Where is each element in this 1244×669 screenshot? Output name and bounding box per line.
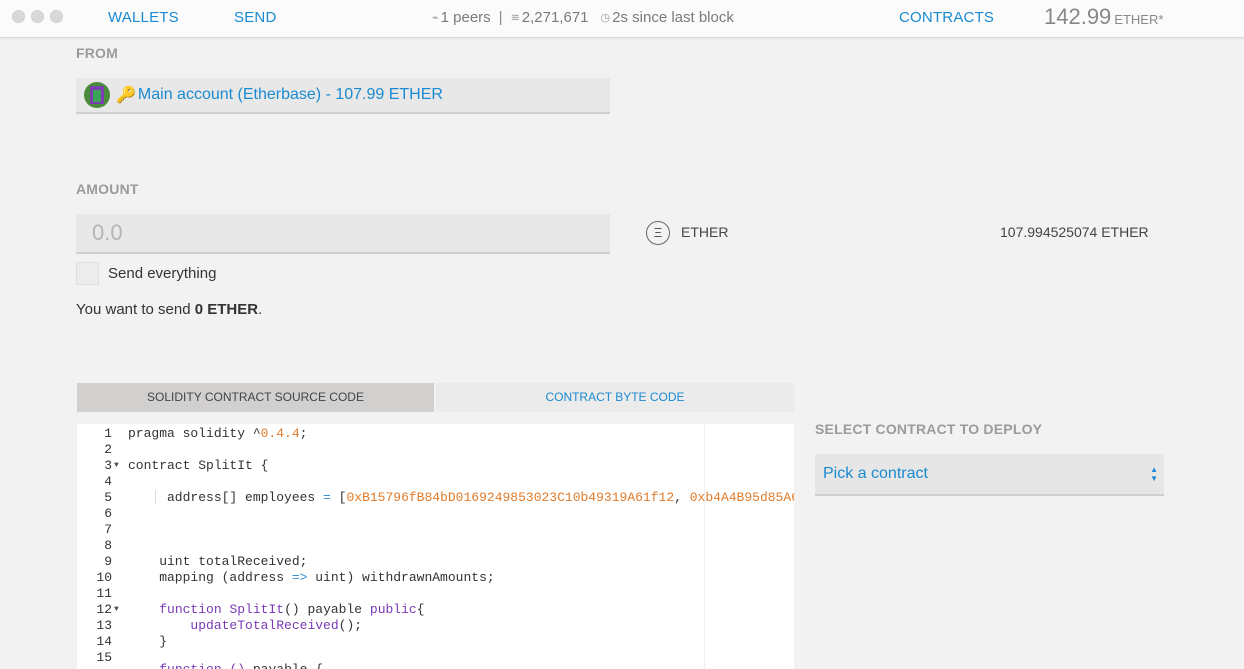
from-account-name: Main account (Etherbase) - 107.99 ETHER [137,86,443,103]
network-status: ⌁ 1 peers | ≋ 2,271,671 ◷ 2s since last … [432,9,734,26]
amount-field-wrapper [76,214,610,254]
tab-source-code[interactable]: SOLIDITY CONTRACT SOURCE CODE [77,383,434,412]
line-number: 6 [104,506,112,521]
line-number: 2 [104,442,112,457]
amount-label: AMOUNT [76,181,139,197]
line-number: 3 [104,458,112,473]
blocks-icon: ≋ [510,12,520,24]
line-number: 13 [96,618,112,633]
fold-toggle-icon[interactable]: ▼ [114,461,119,470]
send-summary: You want to send 0 ETHER. [76,301,262,318]
code-line-5: address[] employees = [0xB15796fB84bD016… [128,490,794,505]
line-number: 1 [104,426,112,441]
line-number: 10 [96,570,112,585]
balance-unit: ETHER* [1114,12,1164,27]
line-number: 14 [96,634,112,649]
code-line-12: function SplitIt() payable public{ [159,602,425,617]
from-account-select[interactable]: 🔑 Main account (Etherbase) - 107.99 ETHE… [76,78,610,114]
code-line-3: contract SplitIt { [128,458,269,473]
ether-icon[interactable]: Ξ [646,221,670,245]
total-balance[interactable]: 142.99 ETHER* [1044,4,1163,30]
fold-toggle-icon[interactable]: ▼ [114,605,119,614]
code-line-9: uint totalReceived; [128,554,308,569]
peers-icon: ⌁ [432,12,439,24]
top-bar: WALLETS SEND ⌁ 1 peers | ≋ 2,271,671 ◷ 2… [0,0,1244,38]
last-block-time: 2s since last block [612,9,734,26]
select-arrows-icon: ▲ ▼ [1150,465,1158,483]
line-number: 5 [104,490,112,505]
line-number: 11 [96,586,112,601]
clock-icon: ◷ [600,12,611,24]
code-line-10: mapping (address => uint) withdrawnAmoun… [128,570,495,585]
code-line-16: function () payable { [128,662,323,669]
line-number: 4 [104,474,112,489]
line-number: 8 [104,538,112,553]
available-balance: 107.994525074 ETHER [1000,224,1149,240]
nav-contracts[interactable]: CONTRACTS [899,9,994,26]
print-margin [704,424,705,669]
window-minimize-button[interactable] [31,10,44,23]
block-number: 2,271,671 [521,9,589,26]
summary-amount: 0 ETHER [194,301,259,318]
from-label: FROM [76,45,119,61]
peers-count: 1 peers [440,9,491,26]
code-line-1: pragma solidity ^0.4.4; [128,426,308,441]
contract-select[interactable]: Pick a contract ▲ ▼ [815,454,1164,496]
summary-suffix: . [258,301,263,318]
send-everything-checkbox[interactable] [76,262,99,285]
account-identicon [84,82,110,108]
balance-value: 142.99 [1044,4,1112,29]
code-line-14: } [128,634,168,649]
send-everything-label[interactable]: Send everything [108,265,216,282]
window-zoom-button[interactable] [50,10,63,23]
contract-select-value: Pick a contract [823,465,928,482]
currency-select[interactable]: ETHER [681,224,728,240]
line-number: 7 [104,522,112,537]
code-editor[interactable]: 1 2 3 4 5 6 7 8 9 10 11 12 13 14 15 ▼ ▼ … [77,424,794,669]
line-number: 12 [96,602,112,617]
key-icon: 🔑 [116,87,136,104]
status-separator: | [498,9,503,26]
deploy-label: SELECT CONTRACT TO DEPLOY [815,421,1043,437]
nav-wallets[interactable]: WALLETS [108,9,179,26]
summary-prefix: You want to send [76,301,195,318]
line-number: 9 [104,554,112,569]
code-line-13: updateTotalReceived(); [190,618,363,633]
amount-input[interactable] [92,220,610,246]
nav-send[interactable]: SEND [234,9,276,26]
tab-byte-code[interactable]: CONTRACT BYTE CODE [436,383,794,412]
window-close-button[interactable] [12,10,25,23]
line-number: 15 [96,650,112,665]
